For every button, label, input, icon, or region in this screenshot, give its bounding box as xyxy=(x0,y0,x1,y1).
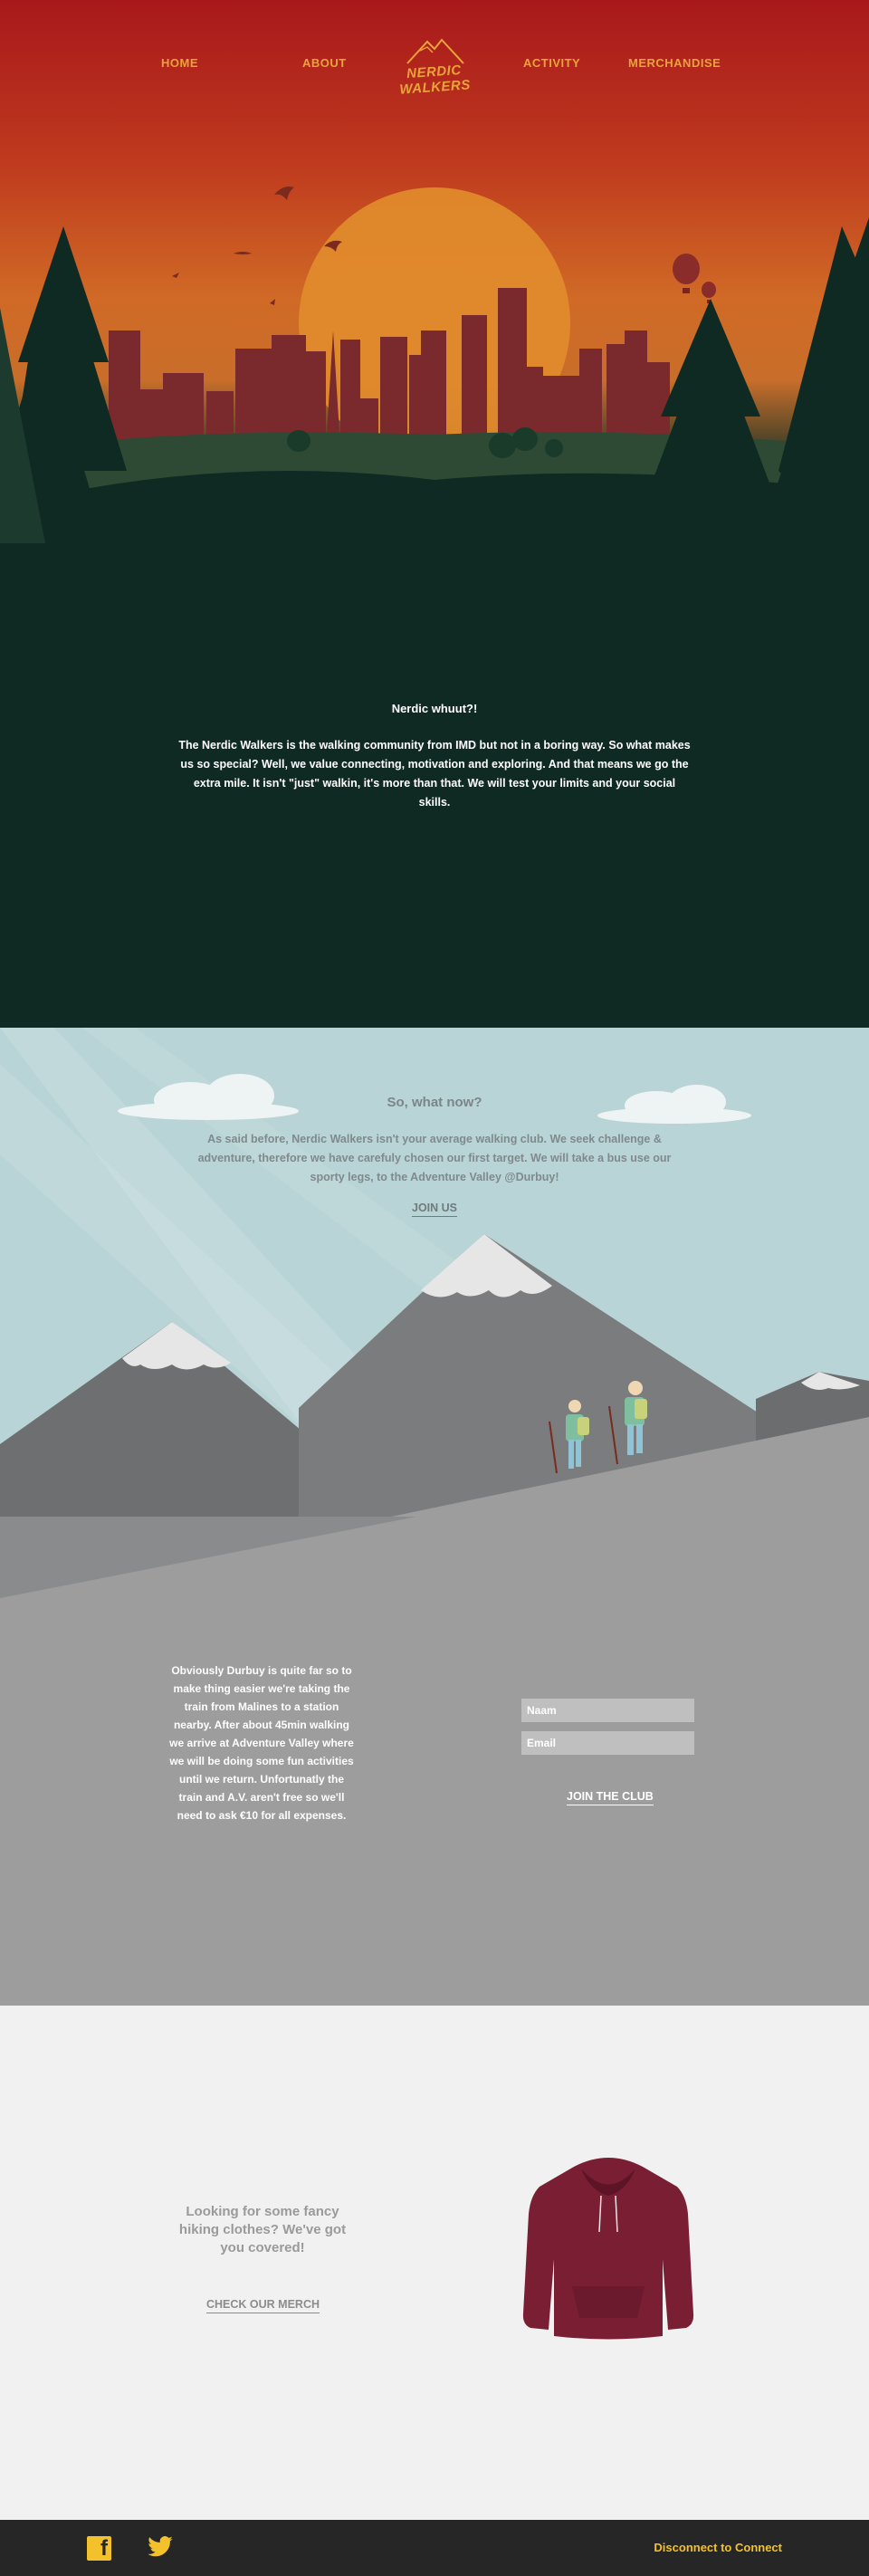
merch-text: Looking for some fancy hiking clothes? W… xyxy=(178,2204,347,2255)
check-merch-link[interactable]: CHECK OUR MERCH xyxy=(206,2298,320,2313)
site-logo[interactable]: NERDIC WALKERS xyxy=(380,34,489,98)
name-field[interactable] xyxy=(521,1699,694,1722)
tagline-link[interactable]: Disconnect to Connect xyxy=(654,2541,782,2554)
sunset-landscape-illustration xyxy=(0,187,869,1028)
hero-section: HOME ABOUT NERDIC WALKERS ACTIVITY MERCH… xyxy=(0,0,869,1028)
activity-title: So, what now? xyxy=(387,1095,482,1110)
join-club-button[interactable]: JOIN THE CLUB xyxy=(567,1790,654,1805)
merch-section xyxy=(0,2006,869,2520)
hoodie-image xyxy=(522,2158,694,2340)
about-text: The Nerdic Walkers is the walking commun… xyxy=(178,739,691,809)
join-us-link[interactable]: JOIN US xyxy=(412,1202,458,1217)
facebook-icon[interactable]: f xyxy=(87,2536,111,2561)
activity-text: As said before, Nerdic Walkers isn't you… xyxy=(197,1133,672,1183)
nav-activity[interactable]: ACTIVITY xyxy=(523,56,580,70)
nav-home[interactable]: HOME xyxy=(161,56,198,70)
nav-about[interactable]: ABOUT xyxy=(302,56,347,70)
trip-details: Obviously Durbuy is quite far so to make… xyxy=(169,1664,354,1822)
twitter-icon[interactable] xyxy=(145,2533,176,2561)
about-title: Nerdic whuut?! xyxy=(391,702,478,715)
nav-merchandise[interactable]: MERCHANDISE xyxy=(628,56,721,70)
email-field[interactable] xyxy=(521,1731,694,1755)
